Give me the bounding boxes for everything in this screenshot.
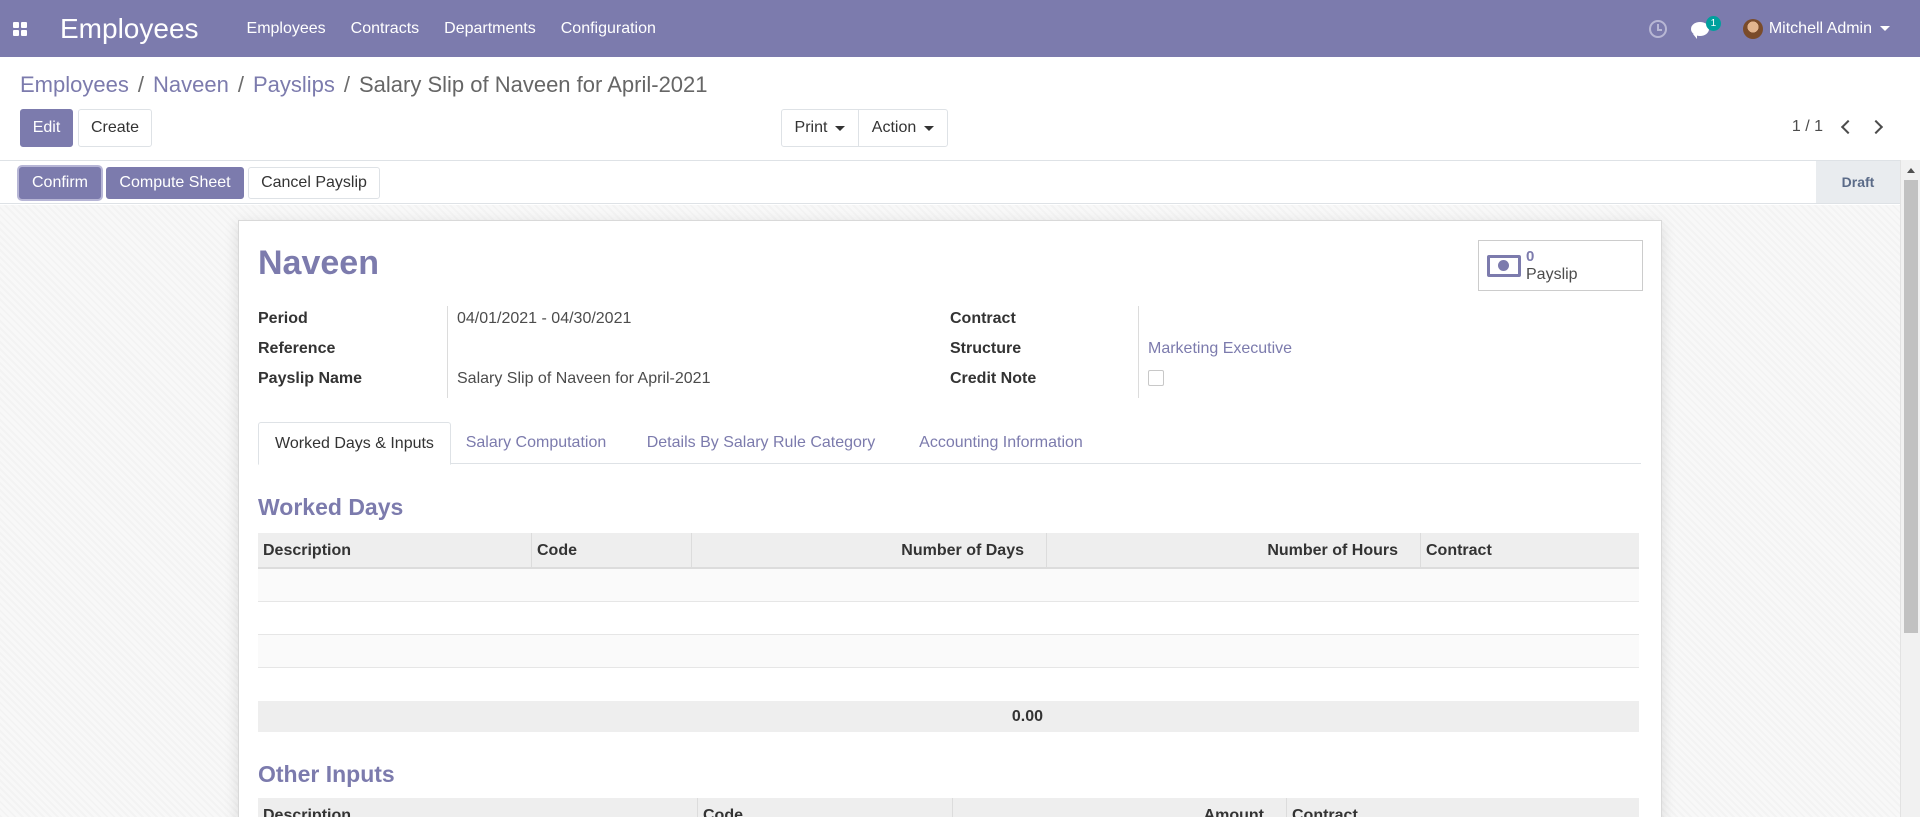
user-menu[interactable]: Mitchell Admin (1742, 18, 1890, 39)
payslip-name-value[interactable]: Salary Slip of Naveen for April-2021 (457, 370, 710, 388)
menu-configuration[interactable]: Configuration (561, 20, 656, 38)
breadcrumb-current: Salary Slip of Naveen for April-2021 (358, 72, 708, 97)
table-row[interactable] (258, 668, 1639, 701)
column-header-description[interactable]: Description (258, 798, 698, 817)
menu-departments[interactable]: Departments (444, 20, 536, 38)
structure-value[interactable]: Marketing Executive (1148, 340, 1292, 358)
status-bar: Confirm Compute Sheet Cancel Payslip Dra… (0, 160, 1900, 204)
caret-down-icon (924, 125, 935, 131)
credit-note-label: Credit Note (950, 370, 1037, 387)
caret-down-icon (835, 125, 846, 131)
table-row[interactable] (258, 569, 1639, 602)
caret-down-icon (1880, 26, 1890, 31)
vertical-scrollbar[interactable] (1900, 160, 1920, 817)
user-name: Mitchell Admin (1768, 19, 1872, 37)
column-header-code[interactable]: Code (698, 798, 953, 817)
structure-label: Structure (950, 340, 1022, 357)
breadcrumb: Employees / Naveen / Payslips / Salary S… (20, 72, 708, 98)
menu-contracts[interactable]: Contracts (351, 20, 419, 38)
tab-details-by-salary-rule-category[interactable]: Details By Salary Rule Category (621, 422, 901, 464)
breadcrumb-separator: / (237, 72, 244, 97)
money-icon (1487, 254, 1521, 277)
field-divider (1138, 306, 1139, 398)
chevron-right-icon (1868, 119, 1884, 135)
print-label: Print (794, 119, 828, 136)
breadcrumb-payslips[interactable]: Payslips (253, 72, 335, 98)
scroll-up-arrow-icon[interactable] (1907, 168, 1915, 173)
pager-previous-button[interactable] (1836, 115, 1856, 139)
create-button[interactable]: Create (78, 109, 152, 147)
column-header-contract[interactable]: Contract (1421, 533, 1639, 569)
payslip-count: 0 (1526, 247, 1535, 265)
messaging-menu[interactable]: 1 (1690, 15, 1721, 39)
column-header-amount[interactable]: Amount (953, 798, 1287, 817)
breadcrumb-employees[interactable]: Employees (20, 72, 129, 98)
chevron-left-icon (1840, 119, 1856, 135)
payslip-smart-button[interactable]: 0 Payslip (1478, 240, 1643, 291)
column-header-code[interactable]: Code (532, 533, 692, 569)
table-header: Description Code Amount Contract (258, 798, 1639, 817)
action-dropdown-button[interactable]: Action (858, 109, 948, 147)
column-header-contract[interactable]: Contract (1287, 798, 1639, 817)
field-divider (447, 306, 448, 398)
apps-menu-icon[interactable] (0, 0, 40, 57)
table-row[interactable] (258, 635, 1639, 668)
breadcrumb-separator: / (137, 72, 144, 97)
tab-salary-computation[interactable]: Salary Computation (451, 422, 621, 464)
employee-name-title: Naveen (258, 244, 379, 282)
table-row[interactable] (258, 602, 1639, 635)
contract-label: Contract (950, 310, 1016, 327)
form-tabs: Worked Days & Inputs Salary Computation … (258, 422, 1641, 465)
avatar (1742, 18, 1763, 39)
worked-days-table: Description Code Number of Days Number o… (258, 533, 1639, 732)
print-dropdown-button[interactable]: Print (781, 109, 859, 147)
reference-label: Reference (258, 340, 336, 357)
column-header-description[interactable]: Description (258, 533, 532, 569)
number-of-days-total: 0.00 (1011, 708, 1043, 725)
tab-accounting-information[interactable]: Accounting Information (901, 422, 1101, 464)
pager-next-button[interactable] (1868, 115, 1890, 139)
period-value[interactable]: 04/01/2021 - 04/30/2021 (457, 310, 631, 328)
pager-value[interactable]: 1 / 1 (1792, 118, 1823, 136)
column-header-number-of-days[interactable]: Number of Days (692, 533, 1047, 569)
other-inputs-table: Description Code Amount Contract (258, 798, 1639, 817)
table-header: Description Code Number of Days Number o… (258, 533, 1639, 569)
confirm-button[interactable]: Confirm (19, 167, 101, 199)
period-label: Period (258, 310, 308, 327)
worked-days-title: Worked Days (258, 494, 404, 520)
tab-worked-days-inputs[interactable]: Worked Days & Inputs (258, 422, 451, 465)
compute-sheet-button[interactable]: Compute Sheet (106, 167, 244, 199)
credit-note-checkbox[interactable] (1148, 370, 1164, 386)
app-title[interactable]: Employees (60, 13, 199, 45)
top-navbar: Employees Employees Contracts Department… (0, 0, 1920, 57)
scrollbar-thumb[interactable] (1904, 180, 1918, 633)
chat-counter-badge: 1 (1705, 15, 1721, 31)
status-stage-draft[interactable]: Draft (1816, 161, 1900, 203)
payslip-count-label: Payslip (1526, 265, 1578, 283)
column-header-number-of-hours[interactable]: Number of Hours (1047, 533, 1421, 569)
other-inputs-title: Other Inputs (258, 761, 395, 787)
payslip-name-label: Payslip Name (258, 370, 363, 387)
action-label: Action (871, 119, 917, 136)
breadcrumb-separator: / (343, 72, 350, 97)
edit-button[interactable]: Edit (20, 109, 73, 147)
table-footer: 0.00 (258, 701, 1639, 732)
activity-clock-icon[interactable] (1648, 19, 1667, 38)
menu-employees[interactable]: Employees (247, 20, 326, 38)
cancel-payslip-button[interactable]: Cancel Payslip (248, 167, 380, 199)
breadcrumb-naveen[interactable]: Naveen (153, 72, 229, 98)
